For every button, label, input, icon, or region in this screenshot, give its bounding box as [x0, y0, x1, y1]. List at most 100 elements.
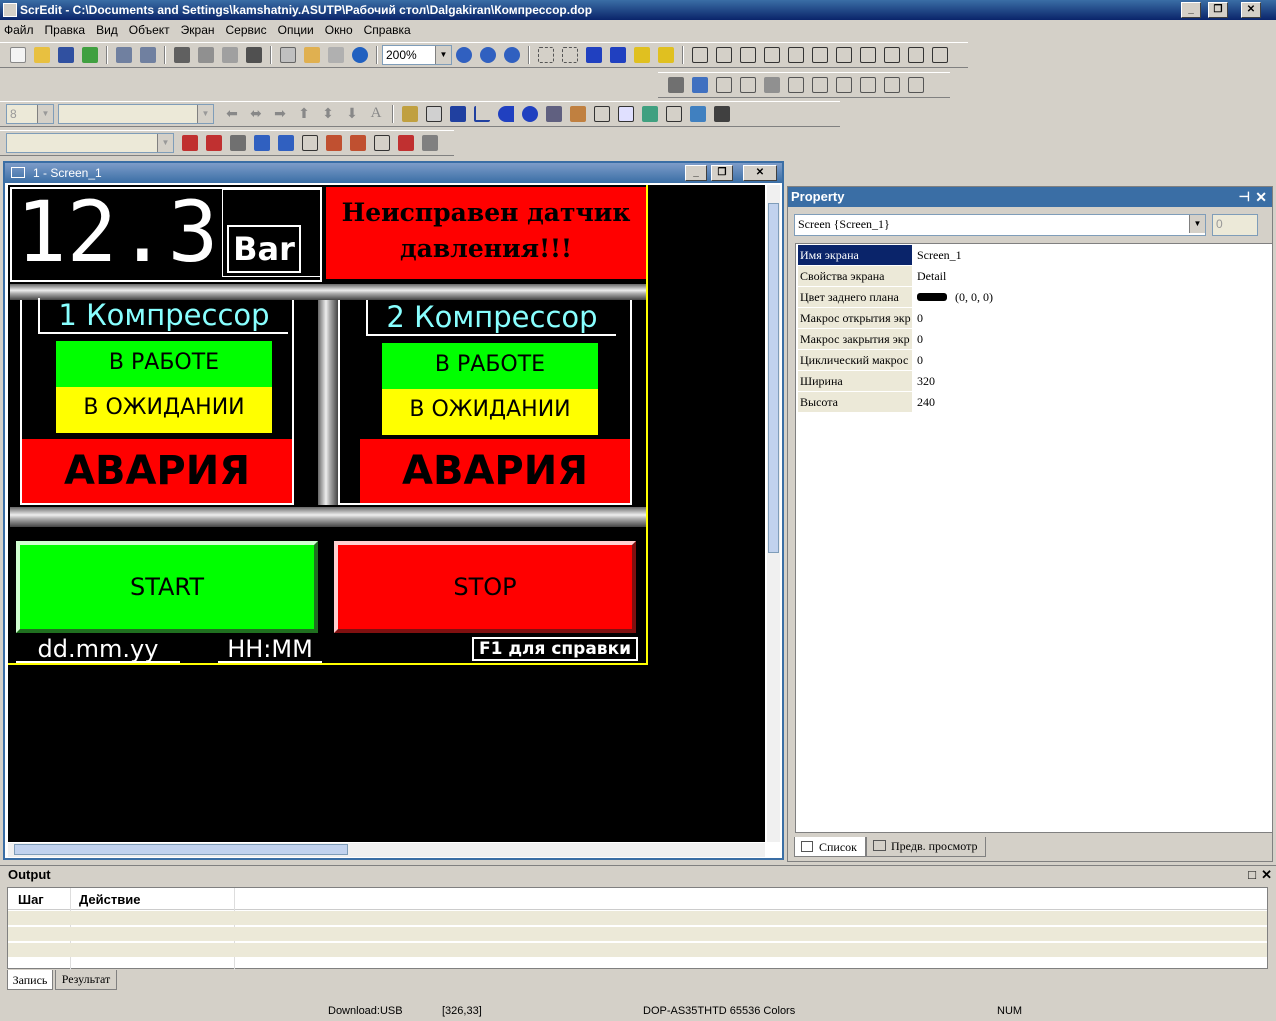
picture-tool-icon[interactable] [618, 106, 634, 122]
keypad-tool-icon[interactable] [714, 106, 730, 122]
property-value[interactable]: 0 [917, 308, 923, 328]
child-minimize-button[interactable]: _ [685, 165, 707, 181]
font-size-select[interactable]: 8 ▼ [6, 104, 54, 124]
copy-icon[interactable] [198, 47, 214, 63]
meter-tool-icon[interactable] [426, 106, 442, 122]
object-select[interactable]: ▼ [6, 133, 174, 153]
alarm-tool-icon[interactable] [642, 106, 658, 122]
property-value[interactable]: 320 [917, 371, 935, 391]
find-icon[interactable] [246, 47, 262, 63]
minimize-button[interactable]: _ [1181, 2, 1201, 18]
help-icon[interactable] [352, 47, 368, 63]
start-button[interactable]: START [16, 541, 318, 633]
resize-icon[interactable] [716, 77, 732, 93]
help-hint[interactable]: F1 для справки [472, 637, 638, 661]
redo-icon[interactable] [140, 47, 156, 63]
align-left-icon[interactable] [692, 47, 708, 63]
arrow-h-icon[interactable]: ⬌ [248, 106, 264, 122]
center-v-icon[interactable] [812, 47, 828, 63]
close-icon[interactable]: ✕ [1255, 187, 1267, 207]
menu-object[interactable]: Объект [129, 23, 170, 37]
compressor2-running[interactable]: В РАБОТЕ [382, 343, 598, 389]
prev-screen-icon[interactable] [254, 135, 270, 151]
page-spinner[interactable]: 0 [1212, 214, 1258, 236]
new-file-icon[interactable] [10, 47, 26, 63]
compressor1-running[interactable]: В РАБОТЕ [56, 341, 272, 387]
screen-icon[interactable] [280, 47, 296, 63]
property-row[interactable]: Свойства экрана Detail [798, 266, 1268, 286]
zoom-select[interactable]: 200% ▼ [382, 45, 452, 65]
button-tool-icon[interactable] [402, 106, 418, 122]
menu-service[interactable]: Сервис [226, 23, 267, 37]
pressure-value[interactable]: 12.3 [16, 187, 218, 277]
tab-preview[interactable]: Предв. просмотр [866, 837, 986, 857]
compressor1-fault[interactable]: АВАРИЯ [22, 439, 292, 503]
child-close-button[interactable]: ✕ [743, 165, 777, 181]
font-name-select[interactable]: ▼ [58, 104, 214, 124]
save-icon[interactable] [58, 47, 74, 63]
menu-window[interactable]: Окно [325, 23, 353, 37]
same-width-icon[interactable] [884, 47, 900, 63]
compressor1-waiting[interactable]: В ОЖИДАНИИ [56, 387, 272, 433]
property-row[interactable]: Макрос закрытия экр 0 [798, 329, 1268, 349]
screen-props-icon[interactable] [230, 135, 246, 151]
paste-icon[interactable] [222, 47, 238, 63]
export-icon[interactable] [82, 47, 98, 63]
properties-icon[interactable] [692, 77, 708, 93]
space-h-icon[interactable] [836, 47, 852, 63]
graphic-tool-icon[interactable] [570, 106, 586, 122]
group-icon[interactable] [538, 47, 554, 63]
align-box3-icon[interactable] [836, 77, 852, 93]
align-top-icon[interactable] [740, 47, 756, 63]
same-size-icon[interactable] [932, 47, 948, 63]
tab-result[interactable]: Результат [55, 970, 117, 990]
column-step[interactable]: Шаг [18, 892, 44, 907]
next-screen-icon[interactable] [278, 135, 294, 151]
chart-tool-icon[interactable] [474, 106, 490, 122]
horizontal-scrollbar[interactable] [8, 843, 765, 857]
menu-file[interactable]: Файл [4, 23, 34, 37]
horizontal-scroll-thumb[interactable] [14, 844, 348, 855]
delete-screen-icon[interactable] [182, 135, 198, 151]
maximize-icon[interactable]: □ [1248, 866, 1256, 884]
arrow-up-icon[interactable]: ⬆ [296, 106, 312, 122]
input-tool-icon[interactable] [666, 106, 682, 122]
align-box6-icon[interactable] [908, 77, 924, 93]
compressor2-waiting[interactable]: В ОЖИДАНИИ [382, 389, 598, 435]
compile-icon[interactable] [374, 135, 390, 151]
child-restore-button[interactable]: ❐ [711, 165, 733, 181]
align-center-icon[interactable] [716, 47, 732, 63]
cut-icon[interactable] [174, 47, 190, 63]
send-back-icon[interactable] [610, 47, 626, 63]
window-tool-icon[interactable] [594, 106, 610, 122]
align-box2-icon[interactable] [812, 77, 828, 93]
tab-record[interactable]: Запись [7, 970, 53, 990]
keyboard-icon[interactable] [302, 135, 318, 151]
bar-tool-icon[interactable] [546, 106, 562, 122]
display-tool-icon[interactable] [450, 106, 466, 122]
text-color-icon[interactable]: A [368, 106, 384, 122]
folder-icon[interactable] [304, 47, 320, 63]
align-box4-icon[interactable] [860, 77, 876, 93]
remove-icon[interactable] [206, 135, 222, 151]
close-button[interactable]: ✕ [1241, 2, 1261, 18]
arrow-down-icon[interactable]: ⬇ [344, 106, 360, 122]
property-row[interactable]: Макрос открытия экр 0 [798, 308, 1268, 328]
forward-icon[interactable] [634, 47, 650, 63]
menu-options[interactable]: Опции [278, 23, 314, 37]
object-selector[interactable]: Screen {Screen_1} ▼ [794, 214, 1206, 236]
download-icon[interactable] [326, 135, 342, 151]
property-row[interactable]: Имя экрана Screen_1 [798, 245, 1268, 265]
property-row[interactable]: Циклический макрос :0 [798, 350, 1268, 370]
space-v-icon[interactable] [860, 47, 876, 63]
pin-icon[interactable]: ⊣ [1239, 187, 1250, 207]
network-tool-icon[interactable] [690, 106, 706, 122]
stop-button[interactable]: STOP [334, 541, 636, 633]
compressor2-fault[interactable]: АВАРИЯ [360, 439, 630, 503]
open-folder-icon[interactable] [34, 47, 50, 63]
pencil-icon[interactable] [668, 77, 684, 93]
property-value[interactable]: 0 [917, 350, 923, 370]
arrow-v-icon[interactable]: ⬍ [320, 106, 336, 122]
align-box5-icon[interactable] [884, 77, 900, 93]
tab-list[interactable]: Список [794, 837, 866, 857]
